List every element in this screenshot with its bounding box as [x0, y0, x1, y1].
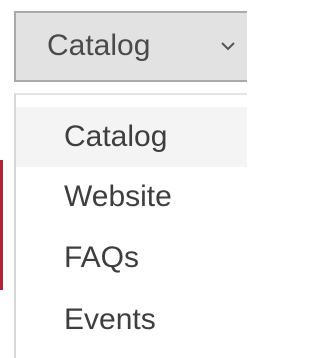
- background-accent-strip: [0, 160, 3, 290]
- dropdown-screenshot: Catalog Catalog Website FAQs Events: [0, 0, 247, 358]
- chevron-down-icon: [221, 42, 235, 51]
- select-current-value: Catalog: [47, 29, 151, 62]
- option-events[interactable]: Events: [16, 290, 247, 350]
- option-faqs[interactable]: FAQs: [16, 228, 247, 288]
- option-website[interactable]: Website: [16, 167, 247, 227]
- option-catalog[interactable]: Catalog: [16, 107, 247, 167]
- dropdown-menu: Catalog Website FAQs Events: [14, 93, 247, 358]
- category-select[interactable]: Catalog: [14, 11, 247, 82]
